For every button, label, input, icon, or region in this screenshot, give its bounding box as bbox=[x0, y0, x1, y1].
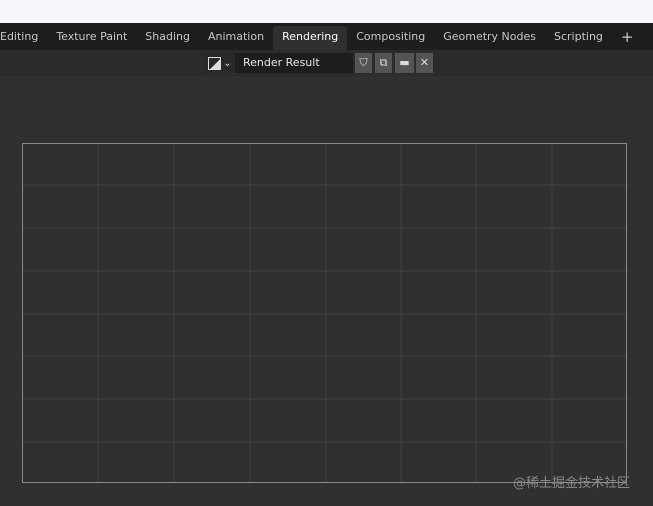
tab-editing[interactable]: Editing bbox=[0, 26, 47, 50]
fake-user-shield-icon[interactable]: ⛉ bbox=[355, 53, 372, 73]
close-icon[interactable]: ✕ bbox=[416, 53, 433, 73]
tab-shading[interactable]: Shading bbox=[136, 26, 199, 50]
duplicate-icon[interactable]: ⧉ bbox=[375, 53, 392, 73]
chevron-down-icon: ⌄ bbox=[223, 57, 232, 69]
image-browse-button[interactable]: ⌄ bbox=[205, 53, 235, 73]
image-name-field[interactable]: Render Result bbox=[235, 53, 353, 73]
image-viewport-grid[interactable] bbox=[22, 143, 627, 483]
image-icon bbox=[208, 56, 222, 70]
tab-animation[interactable]: Animation bbox=[199, 26, 273, 50]
tab-compositing[interactable]: Compositing bbox=[347, 26, 434, 50]
tab-rendering[interactable]: Rendering bbox=[273, 26, 348, 50]
tab-scripting[interactable]: Scripting bbox=[545, 26, 612, 50]
tab-texture-paint[interactable]: Texture Paint bbox=[47, 26, 136, 50]
tab-geometry-nodes[interactable]: Geometry Nodes bbox=[434, 26, 545, 50]
open-folder-icon[interactable]: ▬ bbox=[395, 53, 414, 73]
top-strip bbox=[0, 0, 653, 23]
watermark: @稀土掘金技术社区 bbox=[513, 476, 631, 491]
add-workspace-button[interactable]: + bbox=[612, 26, 643, 50]
workspace-tabs: Editing Texture Paint Shading Animation … bbox=[0, 23, 653, 50]
